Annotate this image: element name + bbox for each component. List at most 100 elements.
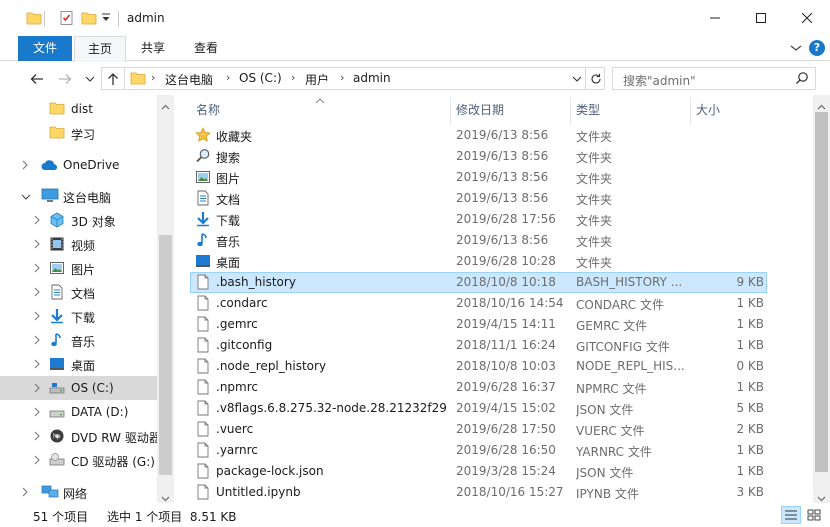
column-header-date[interactable]: 修改日期 xyxy=(450,95,570,125)
sidebar-item-dist[interactable]: dist xyxy=(0,97,157,121)
column-header-type[interactable]: 类型 xyxy=(570,95,690,125)
table-row[interactable]: .gitconfig 2018/11/1 16:24 GITCONFIG 文件 … xyxy=(190,335,767,356)
sidebar-scroll-thumb[interactable] xyxy=(159,235,172,475)
breadcrumb-this-pc[interactable]: 这台电脑 xyxy=(165,71,213,88)
refresh-button[interactable] xyxy=(585,68,605,89)
download-icon xyxy=(195,211,211,230)
search-input[interactable]: 搜索"admin" xyxy=(623,72,696,89)
chevron-right-icon[interactable]: › xyxy=(226,71,230,84)
table-row[interactable]: package-lock.json 2019/3/28 15:24 JSON 文… xyxy=(190,461,767,482)
table-row[interactable]: 桌面 2019/6/28 10:28 文件夹 xyxy=(190,251,767,272)
tab-share[interactable]: 共享 xyxy=(128,36,178,61)
scroll-up-icon[interactable] xyxy=(161,99,170,113)
dvd-icon: hp xyxy=(49,428,65,447)
table-row[interactable]: 搜索 2019/6/13 8:56 文件夹 xyxy=(190,146,767,167)
address-dropdown-button[interactable] xyxy=(569,68,585,89)
sidebar-item-downloads[interactable]: 下载 xyxy=(0,304,157,328)
tab-view[interactable]: 查看 xyxy=(180,36,232,61)
chevron-right-icon[interactable]: › xyxy=(291,71,295,84)
table-row[interactable]: 下载 2019/6/28 17:56 文件夹 xyxy=(190,209,767,230)
chevron-right-icon[interactable] xyxy=(21,159,29,173)
back-button[interactable] xyxy=(27,69,47,89)
sidebar-item-videos[interactable]: 视频 xyxy=(0,232,157,256)
sidebar-item-3d-objects[interactable]: 3D 对象 xyxy=(0,208,157,232)
table-row[interactable]: 文档 2019/6/13 8:56 文件夹 xyxy=(190,188,767,209)
sidebar-scrollbar[interactable] xyxy=(157,95,174,503)
column-header-name[interactable]: 名称 xyxy=(190,95,450,125)
tab-file[interactable]: 文件 xyxy=(18,36,72,61)
sidebar-item-network[interactable]: 网络 xyxy=(0,480,157,504)
search-box[interactable]: 搜索"admin" xyxy=(612,67,816,90)
properties-icon[interactable] xyxy=(59,10,75,28)
file-list-scrollbar[interactable] xyxy=(813,95,830,503)
scroll-up-icon[interactable] xyxy=(817,99,826,113)
cloud-icon xyxy=(41,159,59,174)
table-row[interactable]: .gemrc 2019/4/15 14:11 GEMRC 文件 1 KB xyxy=(190,314,767,335)
chevron-down-icon[interactable] xyxy=(21,190,31,204)
chevron-right-icon[interactable]: › xyxy=(340,71,344,84)
sidebar-item-music[interactable]: 音乐 xyxy=(0,328,157,352)
chevron-right-icon[interactable] xyxy=(33,238,41,252)
chevron-right-icon[interactable] xyxy=(33,406,41,420)
sidebar-item-os-c[interactable]: OS (C:) xyxy=(0,376,157,400)
file-list-scroll-thumb[interactable] xyxy=(815,112,828,472)
breadcrumb-admin[interactable]: admin xyxy=(353,71,391,85)
sidebar-item-study[interactable]: 学习 xyxy=(0,121,157,145)
chevron-right-icon[interactable] xyxy=(33,310,41,324)
sidebar-item-this-pc[interactable]: 这台电脑 xyxy=(0,184,157,208)
breadcrumb-os-c[interactable]: OS (C:) xyxy=(239,71,282,85)
close-button[interactable] xyxy=(784,0,830,36)
sidebar-item-cd-g[interactable]: CD 驱动器 (G:) xyxy=(0,448,157,472)
chevron-right-icon[interactable] xyxy=(33,358,41,372)
chevron-right-icon[interactable] xyxy=(33,334,41,348)
table-row[interactable]: .node_repl_history 2018/10/8 10:03 NODE_… xyxy=(190,356,767,377)
maximize-button[interactable] xyxy=(738,0,784,36)
chevron-right-icon[interactable] xyxy=(33,286,41,300)
table-row[interactable]: .vuerc 2019/6/28 17:50 VUERC 文件 2 KB xyxy=(190,419,767,440)
table-row[interactable]: 音乐 2019/6/13 8:56 文件夹 xyxy=(190,230,767,251)
chevron-down-icon[interactable] xyxy=(790,42,802,56)
help-icon[interactable]: ? xyxy=(809,40,825,56)
column-header-size[interactable]: 大小 xyxy=(690,95,770,125)
table-row[interactable]: .v8flags.6.8.275.32-node.28.21232f29... … xyxy=(190,398,767,419)
chevron-right-icon[interactable]: › xyxy=(151,71,155,84)
navigation-pane: dist 学习 OneDrive 这台电脑 3D 对象 视频 图片 文档 下载 … xyxy=(0,95,174,504)
sidebar-item-label: 视频 xyxy=(71,239,96,253)
table-row[interactable]: Untitled.ipynb 2018/10/16 15:27 IPYNB 文件… xyxy=(190,482,767,503)
table-row-selected[interactable]: .bash_history 2018/10/8 10:18 BASH_HISTO… xyxy=(190,272,767,293)
sidebar-item-documents[interactable]: 文档 xyxy=(0,280,157,304)
table-row[interactable]: 图片 2019/6/13 8:56 文件夹 xyxy=(190,167,767,188)
sidebar-item-data-d[interactable]: DATA (D:) xyxy=(0,400,157,424)
sidebar-item-pictures[interactable]: 图片 xyxy=(0,256,157,280)
sidebar-item-desktop[interactable]: 桌面 xyxy=(0,352,157,376)
details-view-button[interactable] xyxy=(781,506,801,524)
customize-toolbar-icon[interactable] xyxy=(101,12,111,30)
chevron-right-icon[interactable] xyxy=(33,214,41,228)
recent-locations-button[interactable] xyxy=(80,69,100,89)
chevron-right-icon[interactable] xyxy=(33,454,41,468)
sidebar-item-onedrive[interactable]: OneDrive xyxy=(0,153,157,177)
chevron-right-icon[interactable] xyxy=(33,430,41,444)
table-row[interactable]: .npmrc 2019/6/28 16:37 NPMRC 文件 1 KB xyxy=(190,377,767,398)
large-icons-view-button[interactable] xyxy=(804,506,824,524)
forward-button[interactable] xyxy=(55,69,75,89)
chevron-right-icon[interactable] xyxy=(33,382,41,396)
sidebar-item-dvd-rw[interactable]: hp DVD RW 驱动器 xyxy=(0,424,161,448)
file-icon xyxy=(195,463,211,482)
video-icon xyxy=(49,236,65,255)
tab-home[interactable]: 主页 xyxy=(74,36,126,62)
new-folder-icon[interactable] xyxy=(81,10,97,28)
chevron-right-icon[interactable] xyxy=(21,486,29,500)
up-button[interactable] xyxy=(101,67,125,90)
table-row[interactable]: 收藏夹 2019/6/13 8:56 文件夹 xyxy=(190,125,767,146)
sidebar-item-label: 这台电脑 xyxy=(63,191,112,205)
minimize-button[interactable] xyxy=(692,0,738,36)
chevron-right-icon[interactable] xyxy=(33,262,41,276)
breadcrumb-users[interactable]: 用户 xyxy=(305,71,329,88)
table-row[interactable]: .condarc 2018/10/16 14:54 CONDARC 文件 1 K… xyxy=(190,293,767,314)
file-icon xyxy=(195,400,211,419)
cd-icon xyxy=(49,452,65,471)
search-icon[interactable] xyxy=(795,71,809,88)
address-bar[interactable]: › 这台电脑 › OS (C:) › 用户 › admin xyxy=(101,67,605,90)
table-row[interactable]: .yarnrc 2019/6/28 16:50 YARNRC 文件 1 KB xyxy=(190,440,767,461)
